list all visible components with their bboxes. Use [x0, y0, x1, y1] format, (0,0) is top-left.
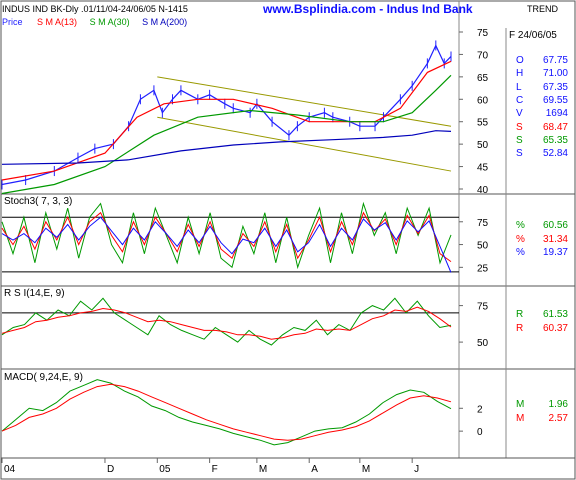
x-tick-label: D [107, 464, 114, 475]
stoch-y-tick-label: 50 [477, 241, 489, 252]
stoch-series-1 [1, 211, 452, 263]
x-tick-label: F [212, 464, 218, 475]
price-y-tick-label: 65 [477, 73, 489, 84]
x-tick-label: J [414, 464, 419, 475]
price-y-tick-label: 70 [477, 50, 489, 61]
x-tick-label: M [259, 464, 267, 475]
x-tick-label: M [362, 464, 370, 475]
stoch-title: Stoch3( 7, 3, 3) [4, 196, 72, 207]
price-y-tick-label: 45 [477, 163, 489, 174]
outer-frame [0, 0, 576, 480]
trendline-1 [157, 116, 452, 172]
macd-y-tick-label: 0 [477, 427, 483, 438]
rsi-y-tick-label: 75 [477, 302, 489, 313]
chart-svg: 40 45 50 55 60 65 70 75 25 50 75 Stoch3( 7, 3, 3) 50… [0, 0, 576, 480]
rsi-series-0 [1, 297, 452, 346]
stoch-series-0 [1, 201, 452, 270]
price-series-2 [1, 74, 452, 195]
macd-y-tick-label: 2 [477, 404, 483, 415]
price-y-tick-label: 75 [477, 28, 489, 39]
rsi-y-tick-label: 50 [477, 338, 489, 349]
price-y-tick-label: 50 [477, 140, 489, 151]
macd-title: MACD( 9,24,E, 9) [4, 372, 83, 383]
macd-series-1 [1, 383, 452, 441]
price-series-3 [1, 130, 452, 165]
price-y-tick-label: 40 [477, 185, 489, 196]
x-tick-label: 05 [159, 464, 171, 475]
trendline-0 [157, 76, 452, 127]
price-y-tick-label: 60 [477, 95, 489, 106]
stoch-y-tick-label: 25 [477, 263, 489, 274]
rsi-title: R S I(14,E, 9) [4, 288, 65, 299]
price-y-tick-label: 55 [477, 118, 489, 129]
stoch-series-2 [1, 216, 452, 273]
chart-canvas: INDUS IND BK-Dly .01/11/04-24/06/05 N-14… [0, 0, 576, 480]
x-tick-label: 04 [4, 464, 16, 475]
x-tick-label: A [311, 464, 318, 475]
stoch-y-tick-label: 75 [477, 218, 489, 229]
